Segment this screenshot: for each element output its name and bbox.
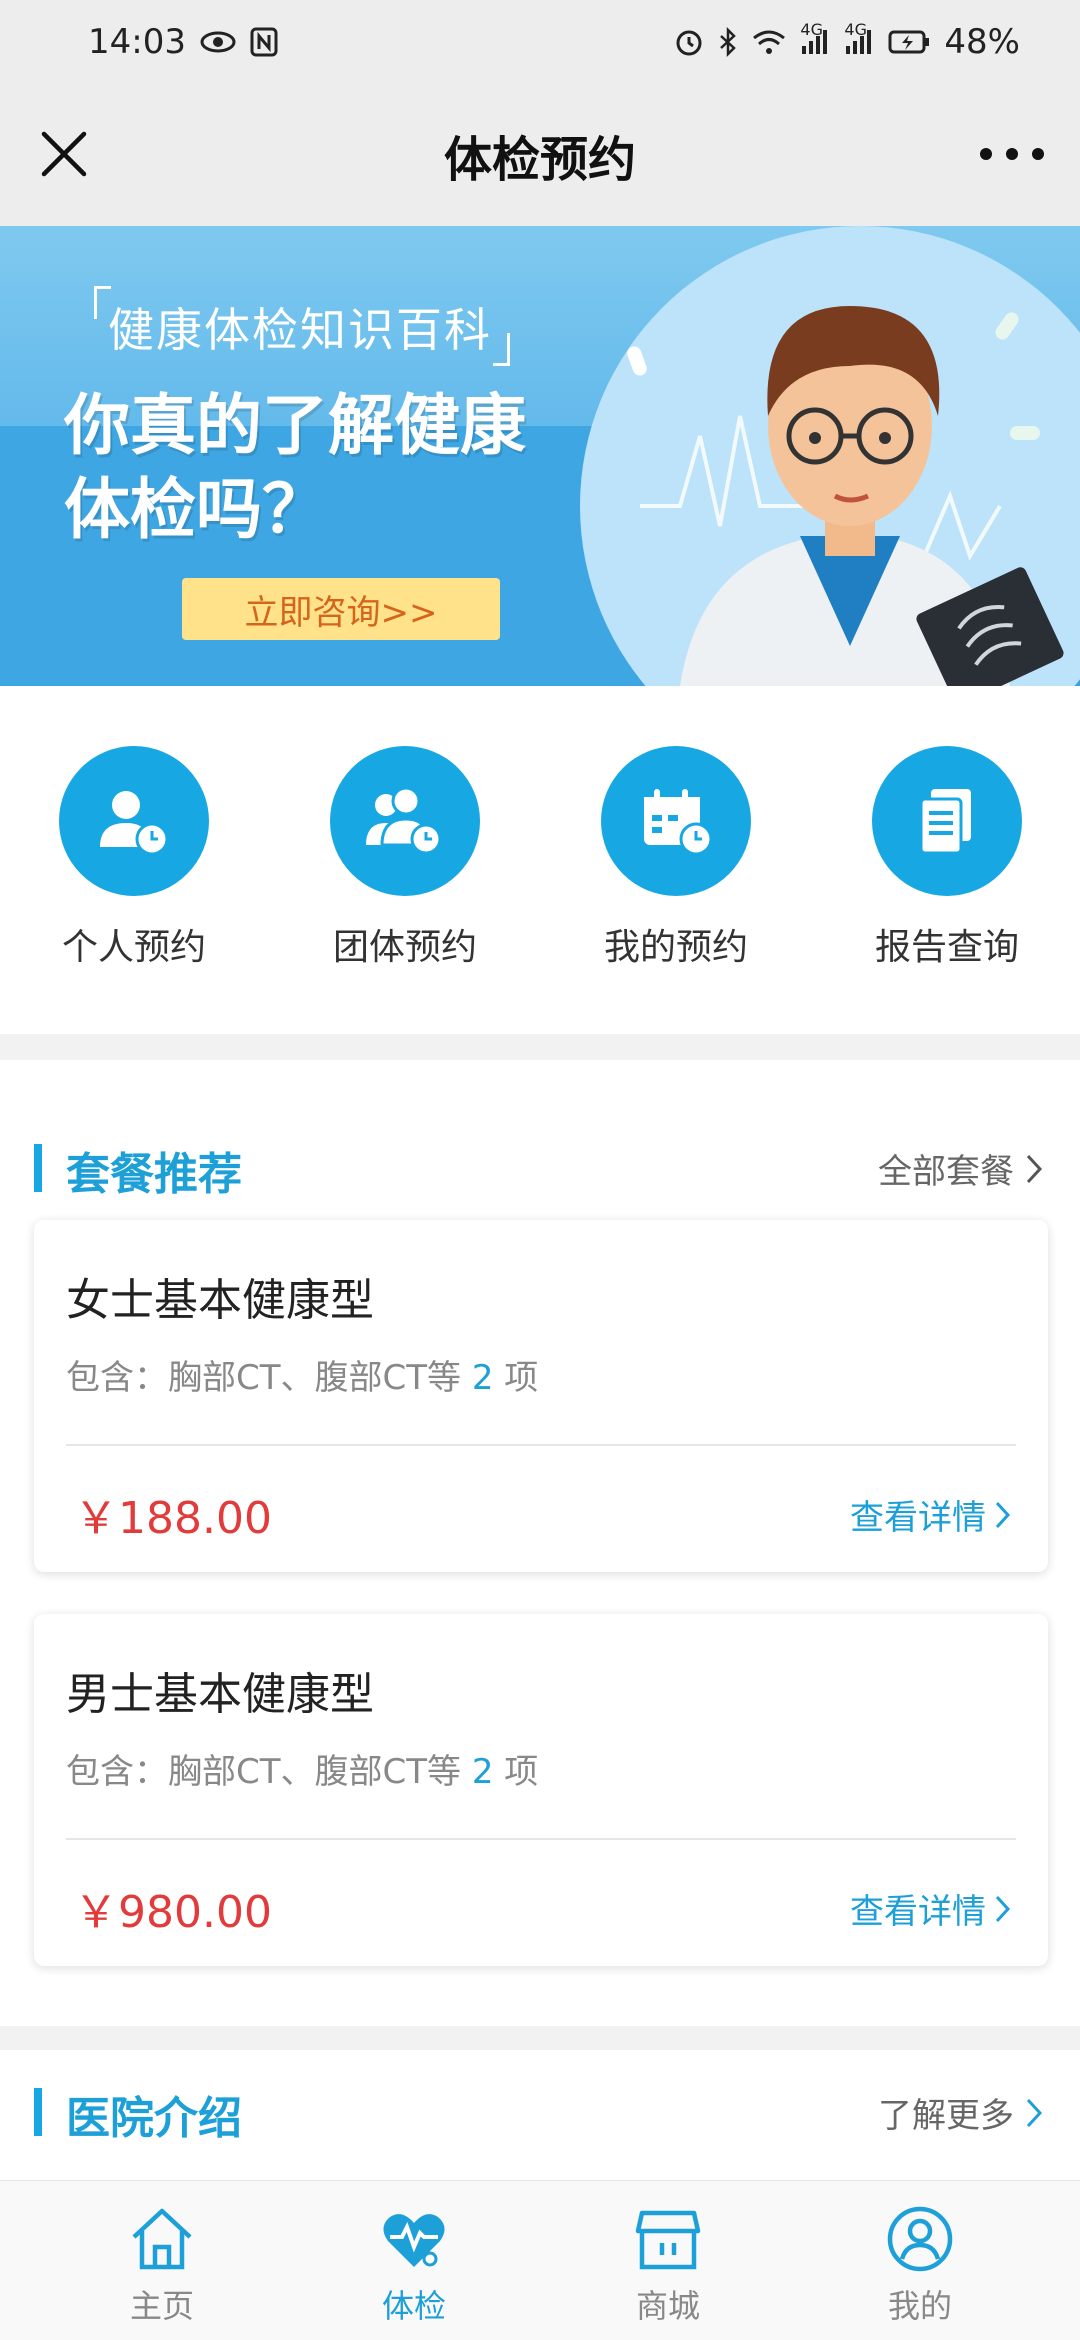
network-a-label: 4G	[800, 20, 823, 39]
quick-label: 个人预约	[61, 927, 206, 968]
packages-header: 套餐推荐 全部套餐	[0, 1116, 1080, 1216]
divider	[66, 1444, 1016, 1446]
tab-label: 商城	[635, 2287, 700, 2325]
package-item-count: 2	[471, 1752, 494, 1792]
nfc-icon	[250, 27, 278, 57]
package-card[interactable]: 女士基本健康型 包含：胸部CT、腹部CT等 2 项 ￥188.00 查看详情	[34, 1220, 1048, 1572]
package-desc: 包含：胸部CT、腹部CT等 2 项	[66, 1350, 538, 1399]
battery-icon	[888, 29, 930, 55]
tab-label: 主页	[129, 2287, 194, 2325]
heart-pulse-icon	[378, 2203, 450, 2275]
hospital-header: 医院介绍 了解更多	[0, 2060, 1080, 2160]
user-circle-icon	[884, 2203, 956, 2275]
tab-mine[interactable]: 我的	[840, 2203, 1000, 2327]
more-icon[interactable]	[980, 134, 1044, 174]
bottom-tab-bar: 主页 体检 商城 我的	[0, 2180, 1080, 2340]
page-title: 体检预约	[443, 132, 636, 188]
quick-my-booking[interactable]: 我的预约	[576, 746, 776, 970]
tab-store[interactable]: 商城	[588, 2203, 748, 2327]
wifi-icon	[752, 28, 786, 56]
quick-group-booking[interactable]: 团体预约	[305, 746, 505, 970]
banner-headline-line1: 你真的了解健康	[64, 387, 526, 464]
package-desc-suffix: 项	[504, 1752, 539, 1792]
status-time: 14:03	[88, 22, 186, 62]
calendar-clock-icon	[601, 746, 751, 896]
person-clock-icon	[59, 746, 209, 896]
learn-more-link[interactable]: 了解更多	[878, 2088, 1044, 2137]
eye-icon	[200, 30, 236, 54]
close-icon[interactable]	[36, 126, 92, 182]
home-icon	[126, 2203, 198, 2275]
store-icon	[632, 2203, 704, 2275]
tab-home[interactable]: 主页	[82, 2203, 242, 2327]
consult-now-button[interactable]: 立即咨询>>	[182, 578, 500, 640]
banner-headline-line2: 体检吗？	[64, 471, 328, 548]
quick-label: 团体预约	[332, 927, 477, 968]
package-item-count: 2	[471, 1358, 494, 1398]
network-b-label: 4G	[844, 20, 867, 39]
view-details-link[interactable]: 查看详情	[850, 1884, 1012, 1933]
package-desc-prefix: 包含：胸部CT、腹部CT等	[66, 1752, 462, 1792]
packages-section: 套餐推荐 全部套餐 女士基本健康型 包含：胸部CT、腹部CT等 2 项 ￥188…	[0, 1060, 1080, 2026]
alarm-icon	[674, 27, 704, 57]
learn-more-label: 了解更多	[878, 2096, 1014, 2136]
bluetooth-icon	[718, 27, 738, 57]
package-name: 男士基本健康型	[66, 1669, 374, 1720]
all-packages-label: 全部套餐	[878, 1152, 1014, 1192]
chevron-right-icon	[1026, 2098, 1043, 2127]
tab-label: 我的	[887, 2287, 952, 2325]
package-name: 女士基本健康型	[66, 1275, 374, 1326]
all-packages-link[interactable]: 全部套餐	[878, 1144, 1044, 1193]
section-title: 医院介绍	[66, 2093, 242, 2144]
section-marker	[34, 1144, 42, 1192]
battery-percent: 48%	[944, 22, 1020, 62]
package-desc-suffix: 项	[504, 1358, 539, 1398]
hospital-section: 医院介绍 了解更多	[0, 2050, 1080, 2180]
documents-icon	[872, 746, 1022, 896]
banner[interactable]: 健康体检知识百科 你真的了解健康 体检吗？ 立即咨询>>	[0, 226, 1080, 686]
quick-actions: 个人预约 团体预约 我的预约 报告查询	[0, 686, 1080, 1034]
chevron-right-icon	[995, 1501, 1011, 1528]
banner-headline: 你真的了解健康 体检吗？	[64, 384, 644, 552]
package-price: ￥188.00	[74, 1493, 272, 1544]
signal-icon-b: 4G	[844, 20, 874, 56]
package-desc-prefix: 包含：胸部CT、腹部CT等	[66, 1358, 462, 1398]
status-right: 4G 4G 48%	[674, 20, 1020, 62]
view-details-label: 查看详情	[850, 1498, 986, 1538]
section-marker	[34, 2088, 42, 2136]
view-details-link[interactable]: 查看详情	[850, 1490, 1012, 1539]
tab-checkup[interactable]: 体检	[334, 2203, 494, 2327]
nav-bar: 体检预约	[0, 84, 1080, 226]
quick-label: 我的预约	[603, 927, 748, 968]
quick-label: 报告查询	[874, 927, 1019, 968]
banner-subtitle: 健康体检知识百科	[94, 286, 510, 366]
package-price: ￥980.00	[74, 1887, 272, 1938]
view-details-label: 查看详情	[850, 1892, 986, 1932]
doctor-illustration	[627, 306, 1064, 686]
quick-report-query[interactable]: 报告查询	[847, 746, 1047, 970]
signal-icon-a: 4G	[800, 20, 830, 56]
package-card[interactable]: 男士基本健康型 包含：胸部CT、腹部CT等 2 项 ￥980.00 查看详情	[34, 1614, 1048, 1966]
group-clock-icon	[330, 746, 480, 896]
chevron-right-icon	[995, 1895, 1011, 1922]
status-left: 14:03	[88, 22, 278, 62]
chevron-right-icon	[1026, 1154, 1043, 1183]
quick-personal-booking[interactable]: 个人预约	[34, 746, 234, 970]
tab-label: 体检	[381, 2287, 446, 2325]
status-bar: 14:03 4G 4G 48%	[0, 0, 1080, 84]
divider	[66, 1838, 1016, 1840]
section-title: 套餐推荐	[66, 1149, 242, 1200]
package-desc: 包含：胸部CT、腹部CT等 2 项	[66, 1744, 538, 1793]
